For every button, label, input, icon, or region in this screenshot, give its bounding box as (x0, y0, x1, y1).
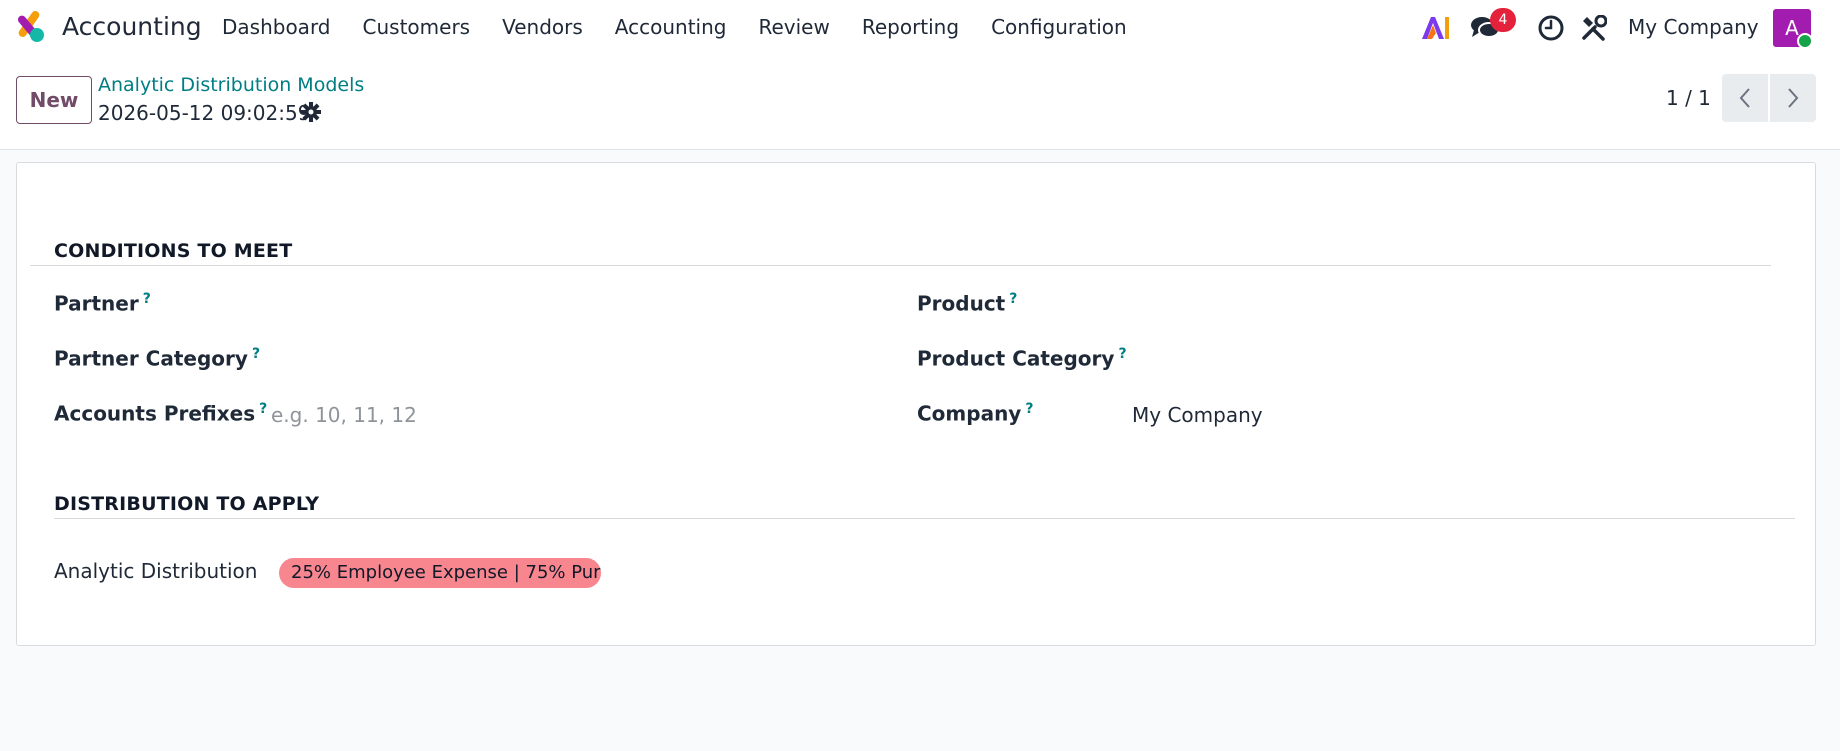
conditions-separator (30, 265, 1771, 266)
accounting-app-icon[interactable] (14, 11, 48, 45)
menu-review[interactable]: Review (758, 15, 829, 39)
online-status-indicator (1797, 33, 1813, 49)
chevron-left-icon (1739, 88, 1750, 108)
accounts-prefixes-help-icon[interactable]: ? (259, 401, 267, 417)
messages-count-badge: 4 (1490, 8, 1516, 32)
analytic-distribution-tag[interactable]: 25% Employee Expense | 75% Pur... (279, 558, 601, 588)
product-category-help-icon[interactable]: ? (1118, 346, 1126, 362)
company-help-icon[interactable]: ? (1025, 401, 1033, 417)
pager-previous-button[interactable] (1722, 74, 1768, 122)
product-label: Product? (917, 291, 1018, 316)
app-name[interactable]: Accounting (62, 12, 202, 41)
partner-category-label: Partner Category? (54, 346, 261, 371)
ai-icon[interactable] (1420, 15, 1450, 41)
activity-clock-icon[interactable] (1537, 14, 1565, 42)
company-label: Company? (917, 401, 1034, 426)
conditions-section-title: CONDITIONS TO MEET (54, 240, 293, 262)
control-panel: New Analytic Distribution Models 2026-05… (0, 56, 1840, 150)
debug-tools-icon[interactable] (1581, 15, 1607, 41)
menu-accounting[interactable]: Accounting (615, 15, 727, 39)
pager-next-button[interactable] (1770, 74, 1816, 122)
partner-help-icon[interactable]: ? (143, 291, 151, 307)
gear-icon[interactable] (301, 102, 321, 122)
partner-label: Partner? (54, 291, 151, 316)
new-button[interactable]: New (16, 76, 92, 124)
breadcrumb-link[interactable]: Analytic Distribution Models (98, 74, 364, 96)
analytic-distribution-label: Analytic Distribution (54, 559, 258, 583)
pager-value[interactable]: 1 / 1 (1666, 86, 1711, 110)
accounts-prefixes-label: Accounts Prefixes? (54, 401, 268, 426)
main-menu: Dashboard Customers Vendors Accounting R… (222, 15, 1159, 39)
record-name: 2026-05-12 09:02:59 (98, 101, 311, 125)
product-category-label: Product Category? (917, 346, 1127, 371)
accounts-prefixes-input[interactable]: e.g. 10, 11, 12 (271, 403, 417, 427)
menu-vendors[interactable]: Vendors (502, 15, 583, 39)
menu-customers[interactable]: Customers (363, 15, 471, 39)
partner-category-help-icon[interactable]: ? (252, 346, 260, 362)
menu-configuration[interactable]: Configuration (991, 15, 1127, 39)
company-switcher[interactable]: My Company (1628, 15, 1759, 39)
top-navbar: Accounting Dashboard Customers Vendors A… (0, 0, 1840, 56)
distribution-section-title: DISTRIBUTION TO APPLY (54, 493, 320, 515)
chevron-right-icon (1788, 88, 1799, 108)
distribution-separator (54, 518, 1795, 519)
product-help-icon[interactable]: ? (1009, 291, 1017, 307)
form-sheet: CONDITIONS TO MEET Partner? Partner Cate… (16, 162, 1816, 646)
company-field[interactable]: My Company (1132, 403, 1263, 427)
menu-dashboard[interactable]: Dashboard (222, 15, 331, 39)
menu-reporting[interactable]: Reporting (862, 15, 959, 39)
